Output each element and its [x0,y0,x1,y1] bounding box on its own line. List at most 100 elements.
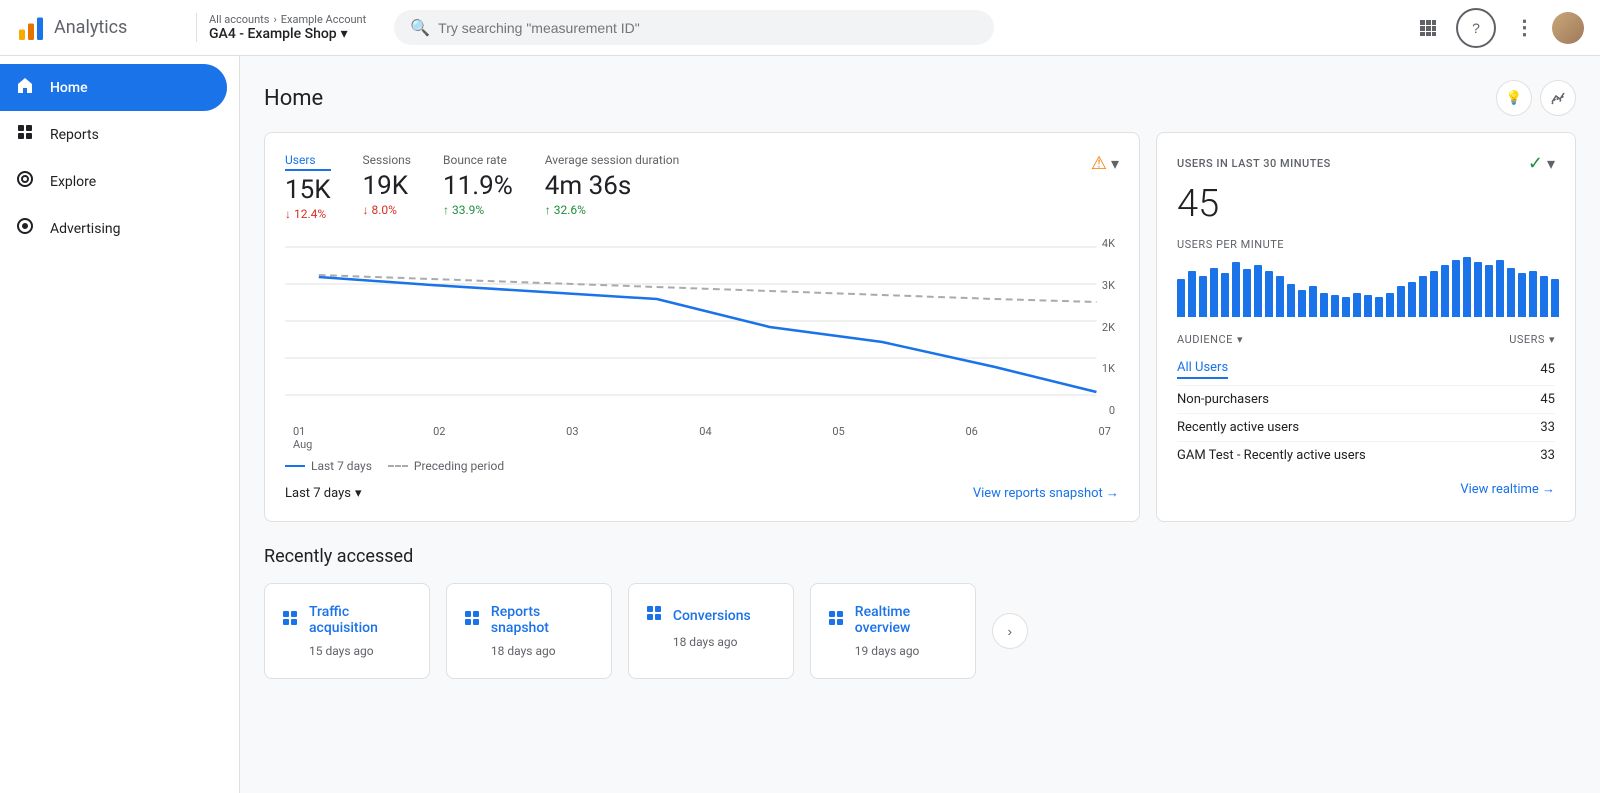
sidebar-item-reports[interactable]: Reports [0,111,227,158]
nav-icons: ? ⋮ [1408,8,1584,48]
metric-sessions: Sessions 19K ↓ 8.0% [363,153,411,217]
bar [1265,271,1273,317]
recently-accessed-section: Recently accessed Traffic acquisition 15… [264,546,1576,679]
bar [1540,276,1548,317]
audience-count: 45 [1540,362,1555,377]
bar [1287,284,1295,317]
audience-row[interactable]: Recently active users33 [1177,414,1555,442]
search-input[interactable] [438,20,978,36]
users-per-minute-label: USERS PER MINUTE [1177,238,1555,251]
audience-name: Recently active users [1177,420,1299,435]
audience-row[interactable]: Non-purchasers45 [1177,386,1555,414]
sidebar-label-explore: Explore [50,174,96,190]
audience-count: 45 [1540,392,1555,407]
alert-icon: ⚠ [1091,153,1107,174]
bar [1232,262,1240,317]
audience-name: All Users [1177,360,1228,379]
bar [1353,293,1361,317]
bar [1276,276,1284,317]
users-chevron-icon: ▾ [1549,333,1555,346]
main-layout: Home Reports Explore Advertising [0,56,1600,793]
bar [1551,279,1559,317]
legend-preceding: Preceding period [388,459,504,473]
recent-cards-list: Traffic acquisition 15 days ago Reports … [264,583,976,679]
bar [1210,268,1218,317]
bar [1529,271,1537,317]
audience-name: GAM Test - Recently active users [1177,448,1366,463]
help-button[interactable]: ? [1456,8,1496,48]
date-selector[interactable]: Last 7 days ▾ [285,486,362,501]
search-input-wrap[interactable]: 🔍 [394,10,994,45]
scroll-right-button[interactable]: › [992,613,1028,649]
bar [1243,269,1251,317]
sidebar-item-home[interactable]: Home [0,64,227,111]
metric-value-users: 15K [285,175,331,205]
bar [1430,271,1438,317]
recent-card-icon [645,604,663,627]
metric-bounce-rate: Bounce rate 11.9% ↑ 33.9% [443,153,513,217]
legend-line-dashed [388,465,408,467]
chart-x-labels: 01Aug 02 03 04 05 06 07 [285,425,1119,451]
cards-row: Users 15K ↓ 12.4% Sessions 19K ↓ 8.0% Bo… [264,132,1576,522]
recent-card-realtime[interactable]: Realtime overview 19 days ago [810,583,976,679]
audience-header-right[interactable]: USERS ▾ [1509,333,1555,346]
audience-row[interactable]: All Users 45 [1177,354,1555,386]
page-title: Home [264,86,323,111]
bar [1507,268,1515,317]
metric-label-users[interactable]: Users [285,153,331,171]
metric-change-avg: ↑ 32.6% [545,203,679,217]
recent-card-header: Reports snapshot [463,604,595,636]
compare-button[interactable] [1540,80,1576,116]
recent-card-snapshot[interactable]: Reports snapshot 18 days ago [446,583,612,679]
insight-button[interactable]: 💡 [1496,80,1532,116]
bar [1254,265,1262,317]
bar [1419,276,1427,317]
bar [1463,257,1471,317]
metric-options-button[interactable]: ▾ [1111,154,1119,174]
apps-button[interactable] [1408,8,1448,48]
more-options-button[interactable]: ⋮ [1504,8,1544,48]
account-selector[interactable]: GA4 - Example Shop ▾ [209,26,366,42]
recent-card-traffic[interactable]: Traffic acquisition 15 days ago [264,583,430,679]
audience-count: 33 [1540,448,1555,463]
sidebar: Home Reports Explore Advertising [0,56,240,793]
chevron-down-icon: ▾ [355,486,362,501]
bar [1221,273,1229,317]
realtime-header-actions: ✓ ▾ [1528,153,1555,174]
recent-card-header: Realtime overview [827,604,959,636]
recent-card-header: Traffic acquisition [281,604,413,636]
view-realtime-link[interactable]: View realtime → [1460,481,1555,497]
recent-card-title: Reports snapshot [491,604,595,636]
bar [1474,262,1482,317]
recent-card-title: Conversions [673,608,751,624]
bar [1342,297,1350,317]
search-icon: 🔍 [410,18,430,37]
realtime-options-button[interactable]: ▾ [1547,154,1555,174]
avatar[interactable] [1552,12,1584,44]
page-title-icons: 💡 [1496,80,1576,116]
bar [1298,290,1306,317]
metric-label-sessions[interactable]: Sessions [363,153,411,167]
account-info: All accounts › Example Account GA4 - Exa… [196,13,366,42]
realtime-label: USERS IN LAST 30 MINUTES [1177,157,1331,170]
top-nav: Analytics All accounts › Example Account… [0,0,1600,56]
recent-card-header: Conversions [645,604,777,627]
recent-card-conversions[interactable]: Conversions 18 days ago [628,583,794,679]
recently-accessed-title: Recently accessed [264,546,1576,567]
metric-change-bounce: ↑ 33.9% [443,203,513,217]
chart-legend: Last 7 days Preceding period [285,459,1119,473]
chart-y-labels: 4K 3K 2K 1K 0 [1098,237,1119,417]
logo-area: Analytics [16,13,176,43]
recent-card-icon [463,609,481,632]
metric-label-avg[interactable]: Average session duration [545,153,679,167]
sidebar-item-explore[interactable]: Explore [0,158,227,205]
audience-row[interactable]: GAM Test - Recently active users 33 [1177,442,1555,469]
audience-header-left[interactable]: AUDIENCE ▾ [1177,333,1243,346]
view-reports-link[interactable]: View reports snapshot → [973,485,1119,501]
recent-card-date: 18 days ago [645,635,777,649]
sidebar-label-advertising: Advertising [50,221,120,237]
sidebar-item-advertising[interactable]: Advertising [0,205,227,252]
chart-area: 4K 3K 2K 1K 0 [285,237,1119,417]
metric-label-bounce[interactable]: Bounce rate [443,153,513,167]
bar [1485,265,1493,317]
